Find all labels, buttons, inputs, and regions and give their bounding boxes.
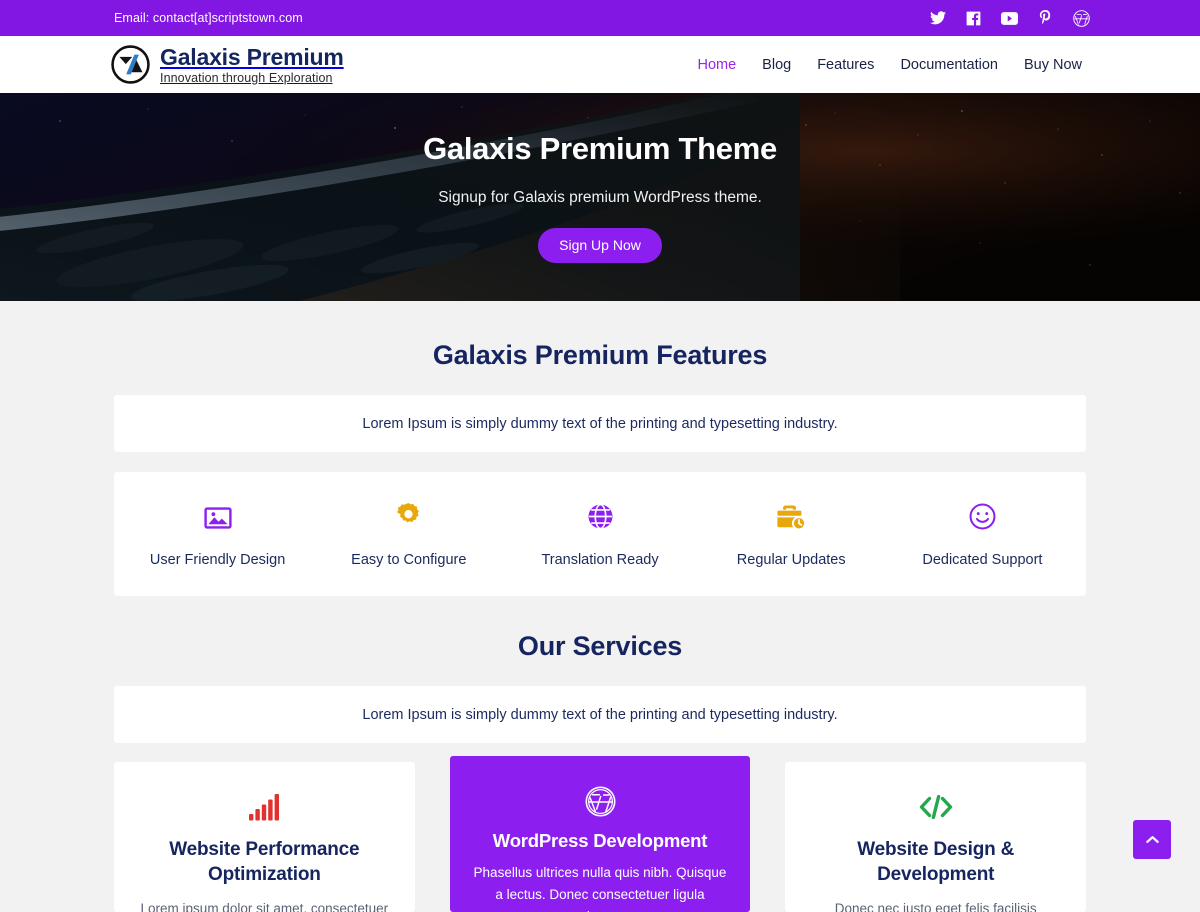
facebook-icon[interactable] <box>965 10 982 27</box>
service-card-title: Website Performance Optimization <box>169 839 360 886</box>
smiley-icon <box>969 500 996 530</box>
service-card-title: WordPress Development <box>492 830 708 851</box>
service-card-body: Lorem ipsum dolor sit amet, consectetuer… <box>140 901 389 912</box>
services-heading: Our Services <box>517 631 683 661</box>
feature-dedicated-support[interactable]: Dedicated Support <box>887 500 1078 568</box>
nav-item-features[interactable]: Features <box>817 57 874 73</box>
wordpress-icon <box>472 785 729 817</box>
nav-item-documentation[interactable]: Documentation <box>900 57 998 73</box>
service-card-design[interactable]: Website Design & Development Donec nec j… <box>785 762 1087 912</box>
services-section: Our Services Lorem Ipsum is simply dummy… <box>0 596 1200 912</box>
features-icon-panel: User Friendly Design Easy to Configure T… <box>114 472 1086 596</box>
services-lead-text: Lorem Ipsum is simply dummy text of the … <box>362 706 838 723</box>
signal-bars-icon <box>136 791 393 823</box>
service-card-body: Donec nec justo eget felis facilisis fer… <box>834 901 1037 912</box>
feature-translation-ready[interactable]: Translation Ready <box>504 500 695 568</box>
site-logo[interactable]: Galaxis Premium Innovation through Explo… <box>110 44 344 85</box>
services-lead-panel: Lorem Ipsum is simply dummy text of the … <box>114 686 1086 743</box>
feature-easy-to-configure[interactable]: Easy to Configure <box>313 500 504 568</box>
feature-label: Easy to Configure <box>351 552 467 568</box>
service-card-wordpress[interactable]: WordPress Development Phasellus ultrices… <box>449 756 751 912</box>
feature-label: Regular Updates <box>736 552 846 568</box>
chevron-up-icon <box>1145 832 1159 847</box>
feature-regular-updates[interactable]: Regular Updates <box>696 500 887 568</box>
scroll-to-top-button[interactable] <box>1133 820 1171 859</box>
image-icon <box>203 500 232 530</box>
globe-icon <box>587 500 614 530</box>
feature-label: Translation Ready <box>541 552 659 568</box>
twitter-icon[interactable] <box>929 10 946 27</box>
brand-title: Galaxis Premium <box>160 43 344 70</box>
nav-item-home[interactable]: Home <box>697 57 736 73</box>
contact-email: Email: contact[at]scriptstown.com <box>114 11 303 25</box>
wordpress-icon[interactable] <box>1073 9 1090 27</box>
features-lead-text: Lorem Ipsum is simply dummy text of the … <box>362 415 838 432</box>
hero-banner: Galaxis Premium Theme Signup for Galaxis… <box>0 93 1200 301</box>
code-icon <box>807 791 1064 823</box>
pinterest-icon[interactable] <box>1037 10 1054 27</box>
sign-up-now-button[interactable]: Sign Up Now <box>538 228 662 263</box>
hero-title: Galaxis Premium Theme <box>423 131 777 167</box>
feature-user-friendly-design[interactable]: User Friendly Design <box>122 500 313 568</box>
features-section: Galaxis Premium Features Lorem Ipsum is … <box>0 301 1200 596</box>
nav-item-buy-now[interactable]: Buy Now <box>1024 57 1082 73</box>
gear-icon <box>395 500 422 530</box>
brand-tagline: Innovation through Exploration <box>160 70 333 85</box>
briefcase-clock-icon <box>776 500 807 530</box>
youtube-icon[interactable] <box>1001 10 1018 27</box>
galaxis-logo-icon <box>110 44 151 85</box>
service-card-performance[interactable]: Website Performance Optimization Lorem i… <box>114 762 415 912</box>
feature-label: User Friendly Design <box>149 552 286 568</box>
top-bar: Email: contact[at]scriptstown.com <box>0 0 1200 36</box>
social-links <box>929 9 1090 27</box>
features-lead-panel: Lorem Ipsum is simply dummy text of the … <box>114 395 1086 452</box>
site-header: Galaxis Premium Innovation through Explo… <box>0 36 1200 93</box>
main-navigation: Home Blog Features Documentation Buy Now <box>697 57 1082 73</box>
nav-item-blog[interactable]: Blog <box>762 57 791 73</box>
features-heading: Galaxis Premium Features <box>432 340 768 370</box>
service-card-body: Phasellus ultrices nulla quis nibh. Quis… <box>473 865 727 912</box>
feature-label: Dedicated Support <box>922 552 1043 568</box>
service-card-title: Website Design & Development <box>857 839 1015 886</box>
hero-subtitle: Signup for Galaxis premium WordPress the… <box>438 189 762 207</box>
service-cards: Website Performance Optimization Lorem i… <box>114 756 1087 912</box>
